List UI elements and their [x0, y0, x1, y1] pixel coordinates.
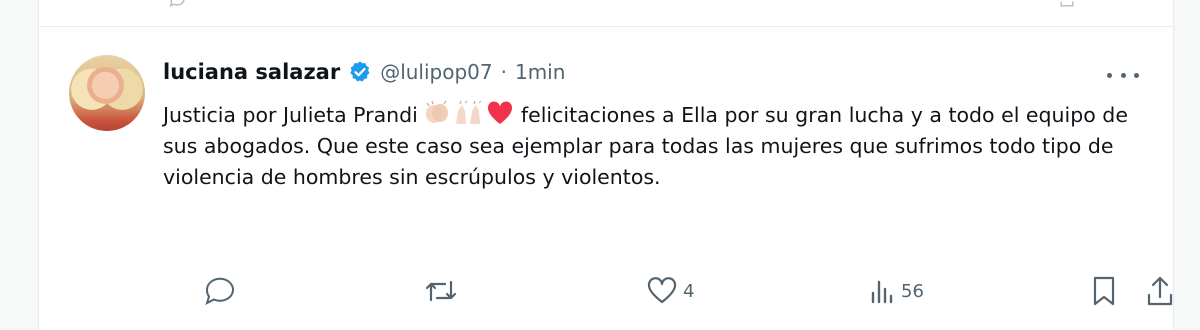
- views-icon: [871, 280, 893, 304]
- tweet-text-part1: Justicia por Julieta Prandi: [163, 103, 425, 127]
- clapping-hands-icon: [426, 100, 449, 123]
- tweet-timestamp[interactable]: 1min: [515, 60, 565, 84]
- bookmark-icon: [1093, 276, 1115, 306]
- author-name[interactable]: luciana salazar: [163, 60, 340, 84]
- prev-reply-icon[interactable]: [169, 0, 189, 10]
- more-options-icon[interactable]: [1107, 65, 1139, 85]
- author-handle[interactable]: @lulipop07: [380, 60, 492, 84]
- like-icon: [647, 277, 677, 304]
- like-button[interactable]: 4: [647, 273, 694, 309]
- like-count: 4: [683, 280, 695, 302]
- verified-badge-icon[interactable]: [348, 60, 372, 84]
- share-button[interactable]: [1145, 273, 1175, 309]
- reply-button[interactable]: [203, 273, 243, 309]
- timeline-column: luciana salazar @lulipop07 · 1min Justic…: [38, 0, 1174, 330]
- prev-share-icon[interactable]: [1057, 0, 1077, 10]
- tweet-actions: 4 56: [163, 273, 1173, 309]
- views-count: 56: [901, 280, 924, 302]
- bookmark-button[interactable]: [1091, 273, 1117, 309]
- tweet-text: Justicia por Julieta Prandi felicitacion…: [163, 100, 1163, 193]
- reply-icon: [205, 277, 234, 305]
- tweet-header: luciana salazar @lulipop07 · 1min: [163, 57, 565, 87]
- retweet-button[interactable]: [423, 273, 465, 309]
- raising-hands-icon: [456, 100, 482, 124]
- avatar[interactable]: [69, 55, 145, 131]
- meta-separator: ·: [500, 60, 507, 84]
- tweet[interactable]: luciana salazar @lulipop07 · 1min Justic…: [39, 27, 1173, 330]
- red-heart-icon: [488, 101, 513, 124]
- share-icon: [1147, 276, 1173, 306]
- views-button[interactable]: 56: [869, 273, 924, 309]
- retweet-icon: [425, 280, 457, 302]
